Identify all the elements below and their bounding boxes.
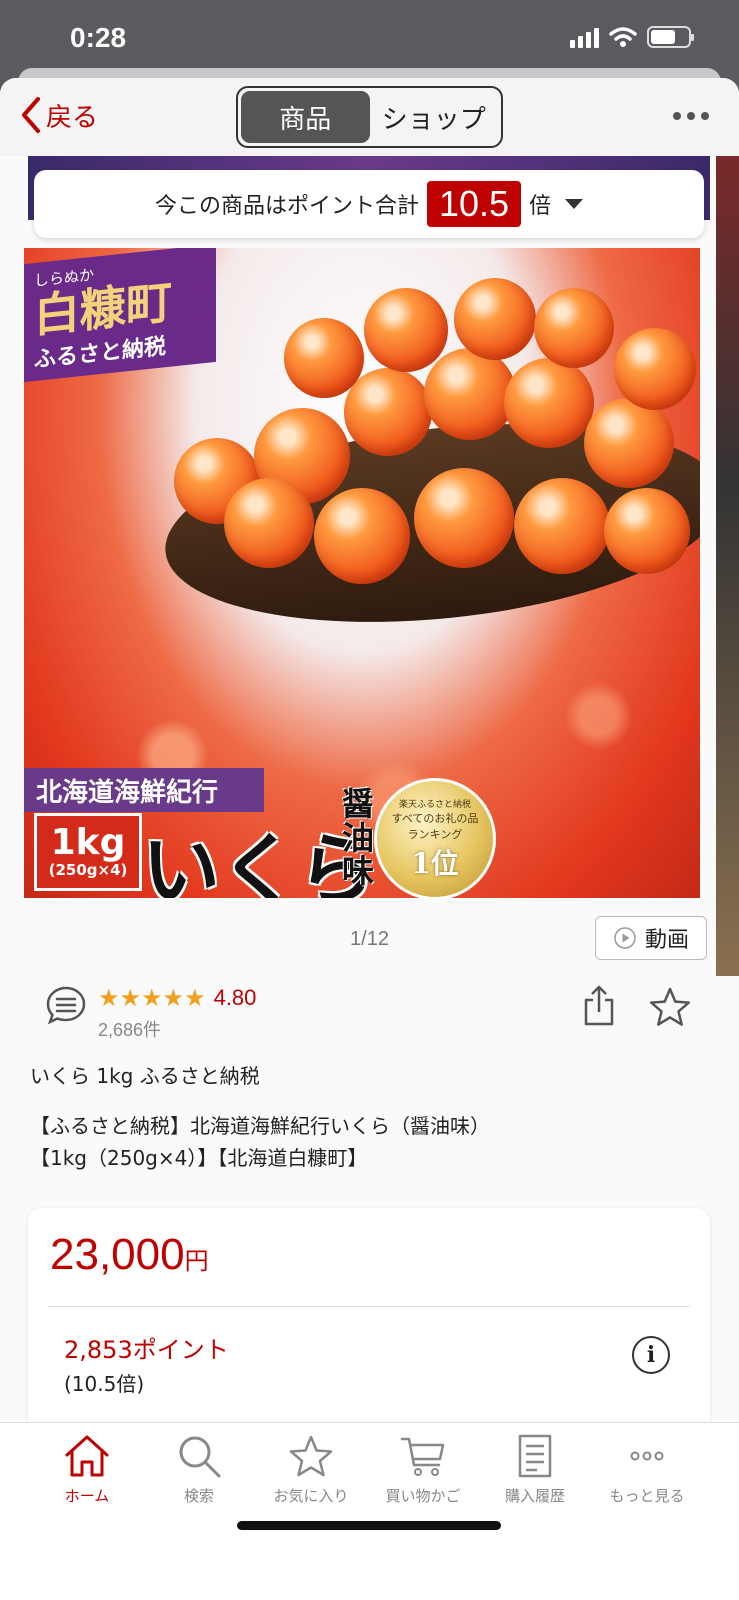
tab-search[interactable]: 検索 [144, 1433, 254, 1506]
tab-home[interactable]: ホーム [32, 1433, 142, 1506]
reviews-summary[interactable]: ★★★★★ 4.80 2,686件 [44, 984, 256, 1042]
star-icon [289, 1435, 333, 1477]
tab-favorites-label: お気に入り [273, 1487, 349, 1505]
status-bar: 0:28 [0, 0, 739, 78]
medal-line1: 楽天ふるさと納税 [398, 799, 471, 810]
back-label: 戻る [46, 102, 99, 133]
home-icon [65, 1435, 109, 1477]
star-outline-icon [649, 987, 691, 1026]
next-image-peek[interactable] [716, 156, 739, 976]
weight-box: 1kg (250g×4) [34, 813, 142, 891]
tab-favorites[interactable]: お気に入り [256, 1433, 366, 1506]
product-short-title: いくら 1kg ふるさと納税 [30, 1064, 260, 1088]
tab-cart-label: 買い物かご [385, 1487, 461, 1505]
back-button[interactable]: 戻る [20, 96, 98, 134]
price: 23,000円 [50, 1230, 209, 1280]
weight-detail: (250g×4) [48, 861, 128, 879]
tab-search-label: 検索 [183, 1487, 214, 1505]
search-icon [179, 1436, 221, 1478]
price-amount: 23,000 [50, 1230, 185, 1279]
medal-line3: ランキング [407, 827, 463, 841]
region-band: 北海道海鮮紀行 [24, 768, 264, 812]
more-icon [630, 1451, 664, 1461]
battery-icon [647, 26, 694, 48]
tab-home-label: ホーム [64, 1487, 110, 1505]
status-icons [570, 26, 694, 48]
tab-product[interactable]: 商品 [241, 91, 370, 143]
receipt-icon [518, 1434, 552, 1478]
tab-cart[interactable]: 買い物かご [368, 1433, 478, 1506]
product-title-line1: 【ふるさと納税】北海道海鮮紀行いくら（醤油味） [30, 1114, 490, 1138]
play-icon [614, 927, 636, 949]
tab-history-label: 購入履歴 [504, 1487, 565, 1505]
medal-rank: 1位 [411, 846, 459, 880]
tab-more-label: もっと見る [609, 1487, 685, 1505]
rating-stars: ★★★★★ 4.80 [98, 984, 256, 1012]
ranking-medal: 楽天ふるさと納税 すべてのお礼の品 ランキング 1位 [374, 778, 496, 898]
review-count: 2,686件 [98, 1020, 162, 1040]
share-icon [584, 985, 614, 1026]
medal-line2: すべてのお礼の品 [391, 811, 479, 825]
video-label: 動画 [644, 928, 689, 953]
product-image[interactable]: しらぬか 白糠町 ふるさと納税 北海道海鮮紀行 1kg (250g×4) いくら… [24, 248, 700, 898]
stars-icon: ★★★★★ [98, 984, 206, 1012]
points-prefix: 今この商品はポイント合計 [154, 194, 419, 219]
rating-value: 4.80 [213, 985, 257, 1010]
more-options-button[interactable] [673, 112, 709, 120]
segmented-control: 商品 ショップ [236, 86, 503, 148]
nav-bar: 戻る 商品 ショップ [0, 78, 739, 156]
review-comment-icon [46, 986, 86, 1025]
price-card: 23,000円 2,853ポイント (10.5倍) i [28, 1208, 710, 1448]
tab-history[interactable]: 購入履歴 [480, 1433, 590, 1506]
product-name-graphic: いくら [142, 825, 377, 898]
home-indicator [237, 1521, 501, 1530]
product-sheet: 戻る 商品 ショップ 今この商品はポイント合計 10.5 倍 しらぬか 白糠町 … [0, 78, 739, 1600]
price-unit: 円 [184, 1248, 209, 1275]
signal-icon [570, 26, 599, 48]
share-button[interactable] [582, 984, 616, 1032]
tab-shop[interactable]: ショップ [370, 91, 499, 143]
tab-more[interactable]: もっと見る [592, 1433, 702, 1506]
video-button[interactable]: 動画 [595, 916, 707, 960]
product-title-line2: 【1kg（250g×4）】【北海道白糠町】 [30, 1146, 368, 1170]
product-title: 【ふるさと納税】北海道海鮮紀行いくら（醤油味） 【1kg（250g×4）】【北海… [30, 1110, 710, 1174]
points-rate: (10.5倍) [64, 1372, 145, 1396]
points-suffix: 倍 [529, 194, 552, 219]
divider [48, 1306, 690, 1307]
caret-down-icon [565, 199, 584, 209]
brand-label: しらぬか 白糠町 ふるさと納税 [24, 248, 216, 383]
cart-icon [400, 1437, 445, 1476]
favorite-button[interactable] [648, 986, 692, 1032]
info-icon[interactable]: i [632, 1336, 670, 1374]
status-time: 0:28 [70, 22, 127, 53]
points-banner[interactable]: 今この商品はポイント合計 10.5 倍 [34, 170, 704, 238]
tab-bar: ホーム 検索 お気に入り 買い物かご 購入履歴 もっと見る [0, 1422, 739, 1600]
weight: 1kg [50, 822, 126, 863]
points-multiplier: 10.5 [426, 181, 522, 227]
wifi-icon [609, 27, 637, 47]
chevron-left-icon [22, 97, 40, 133]
points-earned: 2,853ポイント [64, 1336, 229, 1364]
